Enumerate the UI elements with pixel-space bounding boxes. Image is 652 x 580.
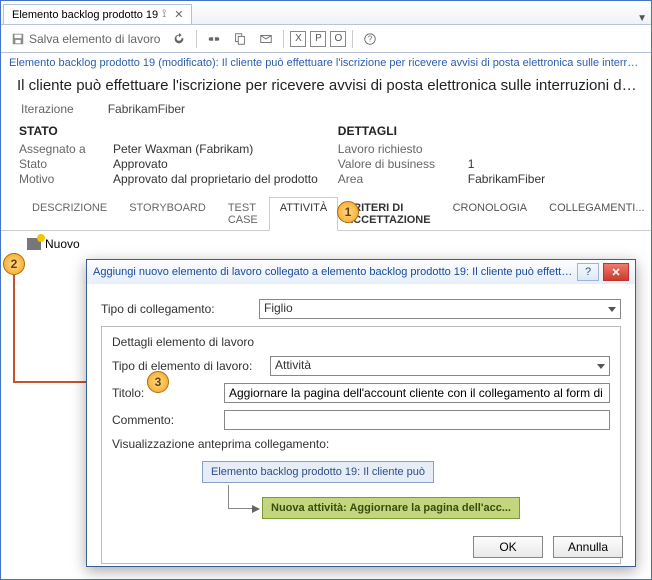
details-section: DETTAGLI Lavoro richiesto Valore di busi… bbox=[338, 124, 633, 187]
work-item-details-header: Dettagli elemento di lavoro bbox=[112, 335, 610, 349]
preview-child-box: Nuova attività: Aggiornare la pagina del… bbox=[262, 497, 520, 519]
tab-storyboard[interactable]: STORYBOARD bbox=[118, 197, 217, 231]
dialog-title: Aggiungi nuovo elemento di lavoro colleg… bbox=[93, 266, 573, 278]
reason-label: Motivo bbox=[19, 172, 113, 186]
dialog-body: Tipo di collegamento: Figlio Dettagli el… bbox=[87, 284, 635, 574]
connector-line bbox=[13, 275, 15, 381]
tab-collegamenti[interactable]: COLLEGAMENTI... bbox=[542, 197, 651, 231]
item-type-label: Tipo di elemento di lavoro: bbox=[112, 359, 262, 373]
preview-label: Visualizzazione anteprima collegamento: bbox=[112, 437, 610, 451]
document-tab-title: Elemento backlog prodotto 19 bbox=[12, 9, 158, 21]
add-linked-item-dialog: Aggiungi nuovo elemento di lavoro colleg… bbox=[86, 259, 636, 567]
mail-icon bbox=[259, 32, 273, 46]
toolbar-separator bbox=[352, 30, 353, 48]
document-tab-bar: Elemento backlog prodotto 19 ⟟ ✕ ▼ bbox=[1, 1, 651, 25]
new-item-icon[interactable] bbox=[27, 238, 41, 250]
dialog-footer: OK Annulla bbox=[473, 536, 623, 558]
app-window: Elemento backlog prodotto 19 ⟟ ✕ ▼ Salva… bbox=[0, 0, 652, 580]
iteration-label: Iterazione bbox=[21, 102, 74, 116]
work-item-details-group: Dettagli elemento di lavoro Tipo di elem… bbox=[101, 326, 621, 564]
dialog-close-button[interactable]: ✕ bbox=[603, 263, 629, 281]
save-button[interactable]: Salva elemento di lavoro bbox=[7, 30, 164, 48]
preview-connector bbox=[228, 485, 252, 509]
assigned-value[interactable]: Peter Waxman (Fabrikam) bbox=[113, 142, 318, 156]
callout-3: 3 bbox=[147, 371, 169, 393]
mail-button[interactable] bbox=[255, 30, 277, 48]
status-header: STATO bbox=[19, 124, 318, 138]
close-tab-icon[interactable]: ✕ bbox=[174, 8, 183, 21]
new-button[interactable]: Nuovo bbox=[45, 237, 80, 251]
refresh-button[interactable] bbox=[168, 30, 190, 48]
ok-button[interactable]: OK bbox=[473, 536, 543, 558]
o-button[interactable]: O bbox=[330, 31, 346, 47]
callout-1: 1 bbox=[337, 201, 359, 223]
tab-cronologia[interactable]: CRONOLOGIA bbox=[446, 197, 535, 231]
details-columns: STATO Assegnato aPeter Waxman (Fabrikam)… bbox=[1, 124, 651, 187]
biz-value[interactable]: 1 bbox=[468, 157, 633, 171]
effort-value[interactable] bbox=[468, 142, 633, 156]
biz-label: Valore di business bbox=[338, 157, 468, 171]
details-header: DETTAGLI bbox=[338, 124, 633, 138]
help-icon: ? bbox=[363, 32, 377, 46]
save-label: Salva elemento di lavoro bbox=[29, 32, 160, 46]
link-type-value: Figlio bbox=[264, 301, 293, 315]
reason-value[interactable]: Approvato dal proprietario del prodotto bbox=[113, 172, 318, 186]
copy-button[interactable] bbox=[229, 30, 251, 48]
effort-label: Lavoro richiesto bbox=[338, 142, 468, 156]
p-button[interactable]: P bbox=[310, 31, 326, 47]
state-label: Stato bbox=[19, 157, 113, 171]
new-linked-item-row: Nuovo bbox=[1, 231, 651, 251]
toolbar-separator bbox=[196, 30, 197, 48]
x-button[interactable]: X bbox=[290, 31, 306, 47]
secondary-tabs: DESCRIZIONE STORYBOARD TEST CASE ATTIVIT… bbox=[1, 197, 651, 231]
state-value[interactable]: Approvato bbox=[113, 157, 318, 171]
tab-attivita[interactable]: ATTIVITÀ bbox=[269, 197, 338, 231]
iteration-value[interactable]: FabrikamFiber bbox=[108, 102, 185, 116]
title-input[interactable] bbox=[224, 383, 610, 403]
toolbar-separator bbox=[283, 30, 284, 48]
document-tab[interactable]: Elemento backlog prodotto 19 ⟟ ✕ bbox=[3, 4, 192, 24]
cancel-button[interactable]: Annulla bbox=[553, 536, 623, 558]
link-type-select[interactable]: Figlio bbox=[259, 299, 621, 319]
copy-icon bbox=[233, 32, 247, 46]
area-label: Area bbox=[338, 172, 468, 186]
tab-overflow-button[interactable]: ▼ bbox=[637, 13, 647, 24]
dialog-titlebar: Aggiungi nuovo elemento di lavoro colleg… bbox=[87, 260, 635, 284]
pin-icon[interactable]: ⟟ bbox=[162, 8, 166, 21]
link-button[interactable] bbox=[203, 30, 225, 48]
link-type-label: Tipo di collegamento: bbox=[101, 302, 251, 316]
tab-descrizione[interactable]: DESCRIZIONE bbox=[21, 197, 118, 231]
preview-arrow-icon bbox=[252, 505, 260, 513]
svg-text:?: ? bbox=[368, 34, 373, 43]
comment-label: Commento: bbox=[112, 413, 216, 427]
callout-2: 2 bbox=[3, 253, 25, 275]
help-button[interactable]: ? bbox=[359, 30, 381, 48]
item-type-select[interactable]: Attività bbox=[270, 356, 610, 376]
page-title: Il cliente può effettuare l'iscrizione p… bbox=[1, 73, 651, 100]
assigned-label: Assegnato a bbox=[19, 142, 113, 156]
item-type-value: Attività bbox=[275, 358, 311, 372]
save-icon bbox=[11, 32, 25, 46]
breadcrumb[interactable]: Elemento backlog prodotto 19 (modificato… bbox=[1, 53, 651, 73]
comment-input[interactable] bbox=[224, 410, 610, 430]
iteration-row: Iterazione FabrikamFiber bbox=[1, 100, 651, 124]
preview-parent-box: Elemento backlog prodotto 19: Il cliente… bbox=[202, 461, 434, 483]
link-icon bbox=[207, 32, 221, 46]
status-section: STATO Assegnato aPeter Waxman (Fabrikam)… bbox=[19, 124, 318, 187]
toolbar: Salva elemento di lavoro X P O ? bbox=[1, 25, 651, 53]
dialog-help-button[interactable]: ? bbox=[577, 263, 599, 281]
area-value[interactable]: FabrikamFiber bbox=[468, 172, 633, 186]
refresh-icon bbox=[172, 32, 186, 46]
tab-testcase[interactable]: TEST CASE bbox=[217, 197, 269, 231]
